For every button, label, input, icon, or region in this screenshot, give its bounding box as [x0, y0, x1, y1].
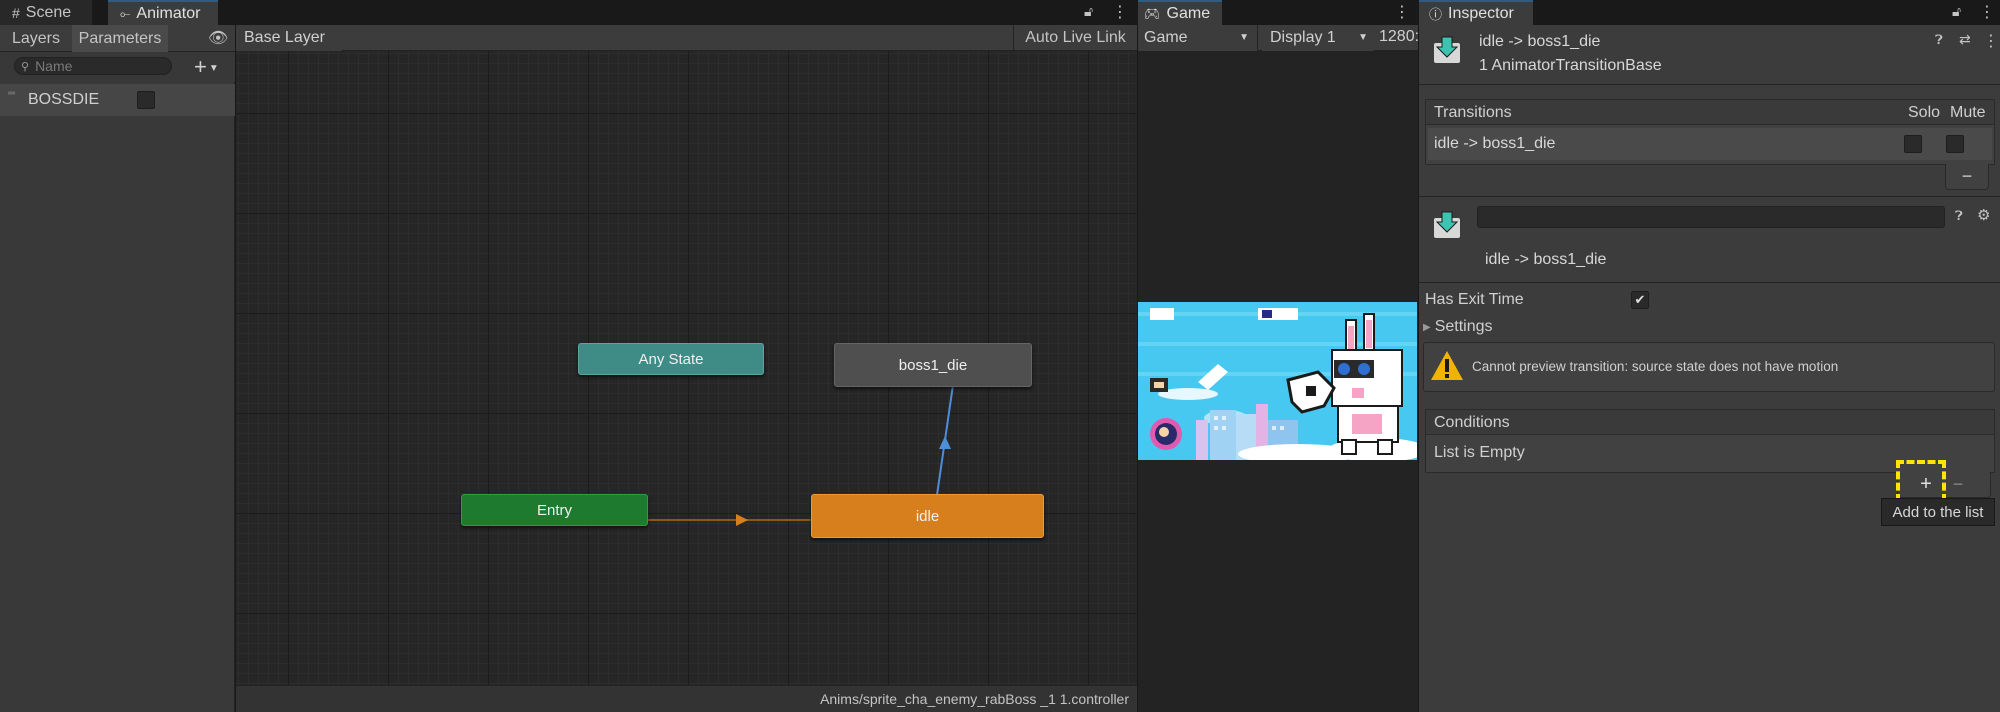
mute-label: Mute	[1950, 104, 1986, 121]
transition-list-row[interactable]: idle -> boss1_die	[1428, 128, 1992, 160]
minus-icon: −	[1961, 166, 1973, 186]
transitions-label: Transitions	[1434, 104, 1512, 121]
settings-label: Settings	[1434, 318, 1493, 335]
conditions-empty-text: List is Empty	[1434, 444, 1525, 461]
minus-icon: −	[1952, 473, 1964, 494]
parameter-row[interactable]: ═ BOSSDIE	[0, 84, 235, 116]
add-parameter-button[interactable]: + ▼	[194, 54, 219, 80]
boss1-die-node[interactable]: boss1_die	[834, 343, 1032, 387]
search-input[interactable]: ⚲ Name	[14, 57, 172, 75]
foldout-arrow-icon: ▶	[1423, 321, 1431, 333]
chevron-down-icon: ▼	[208, 62, 219, 74]
grid-icon: #	[12, 4, 20, 21]
tab-scene-label: Scene	[25, 3, 72, 21]
settings-foldout[interactable]: ▶ Settings	[1423, 318, 1493, 336]
animator-graph-area[interactable]: Base Layer Auto Live Link Any State boss…	[236, 25, 1137, 712]
tab-game-label: Game	[1166, 4, 1211, 22]
warning-icon	[1430, 349, 1464, 388]
add-tooltip: Add to the list	[1881, 498, 1995, 526]
game-toolbar: Game ▼ Display 1 ▼ 1280:	[1138, 25, 1419, 51]
inspector-header: idle -> boss1_die 1 AnimatorTransitionBa…	[1419, 25, 2000, 85]
inspector-header-title: idle -> boss1_die	[1479, 33, 1601, 50]
transitions-list-body: idle -> boss1_die	[1425, 125, 1995, 165]
conditions-label: Conditions	[1434, 414, 1510, 431]
drag-handle-icon[interactable]: ═	[8, 88, 15, 99]
game-window: 🎮︎ Game ⋮ Game ▼ Display 1 ▼ 1280:	[1137, 0, 1419, 712]
warning-helpbox: Cannot preview transition: source state …	[1423, 342, 1995, 392]
game-view-dropdown-label: Game	[1144, 29, 1188, 46]
eye-icon[interactable]: 👁︎	[208, 28, 228, 48]
tab-scene[interactable]: # Scene	[0, 0, 92, 25]
chevron-down-icon: ▼	[1239, 32, 1249, 43]
idle-node[interactable]: idle	[811, 494, 1044, 538]
help-icon[interactable]: ❓︎	[1935, 32, 1943, 48]
animator-left-panel: Layers Parameters 👁︎ ⚲ Name + ▼ ═ BOSSDIE	[0, 25, 235, 712]
tab-inspector-label: Inspector	[1448, 4, 1514, 22]
info-icon: ⓘ	[1429, 7, 1443, 22]
idle-to-boss1-die-arrowhead	[939, 436, 951, 449]
settings-kebab-icon[interactable]: ⋮	[1983, 31, 1999, 51]
search-row: ⚲ Name + ▼	[0, 52, 235, 82]
gear-icon[interactable]: ⚙	[1977, 206, 1990, 224]
warning-text: Cannot preview transition: source state …	[1472, 359, 1839, 374]
resolution-dropdown[interactable]: 1280:	[1379, 28, 1419, 46]
parameter-name: BOSSDIE	[28, 91, 100, 108]
has-exit-time-checkbox[interactable]: ✔	[1631, 291, 1649, 309]
game-view-dropdown[interactable]: Game ▼	[1138, 25, 1258, 51]
inspector-kebab-menu-icon[interactable]: ⋮	[1979, 2, 1995, 22]
remove-condition-button[interactable]: −	[1946, 472, 1970, 496]
entry-node[interactable]: Entry	[461, 494, 648, 526]
game-tabbar: 🎮︎ Game ⋮	[1138, 0, 1419, 25]
chevron-down-icon: ▼	[1358, 32, 1368, 43]
solo-label: Solo	[1908, 104, 1941, 121]
tab-inspector[interactable]: ⓘ Inspector	[1419, 0, 1533, 25]
lock-icon[interactable]: 🔓︎	[1084, 3, 1093, 20]
animator-tabbar: # Scene ⟜ Animator 🔓︎ ⋮	[0, 0, 1137, 25]
tab-animator-label: Animator	[136, 4, 201, 22]
transition-help-icon[interactable]: ❓︎	[1955, 208, 1963, 224]
game-kebab-menu-icon[interactable]: ⋮	[1394, 2, 1410, 22]
inspector-header-subtitle: 1 AnimatorTransitionBase	[1479, 57, 1662, 74]
transition-row-label: idle -> boss1_die	[1434, 135, 1556, 152]
section-divider	[1419, 196, 2000, 197]
display-dropdown[interactable]: Display 1 ▼	[1262, 25, 1374, 51]
add-button-highlight	[1896, 460, 1946, 502]
kebab-menu-icon[interactable]: ⋮	[1112, 2, 1128, 22]
gamepad-icon: 🎮︎	[1144, 5, 1161, 21]
game-viewport[interactable]	[1138, 302, 1417, 460]
game-scene-image	[1138, 302, 1417, 460]
inspector-tabbar: ⓘ Inspector 🔓︎ ⋮	[1419, 0, 2000, 25]
mute-checkbox[interactable]	[1946, 135, 1964, 153]
transitions-list-header: Transitions Solo Mute	[1425, 99, 1995, 125]
section-divider	[1419, 282, 2000, 283]
parameter-bool-checkbox[interactable]	[137, 91, 155, 109]
transition-asset-icon	[1433, 35, 1461, 65]
display-dropdown-label: Display 1	[1270, 29, 1336, 46]
controller-path: Anims/sprite_cha_enemy_rabBoss _1 1.cont…	[820, 691, 1129, 707]
tab-game[interactable]: 🎮︎ Game	[1138, 0, 1222, 25]
preset-icon[interactable]: ⇄	[1959, 31, 1971, 48]
tab-animator[interactable]: ⟜ Animator	[108, 0, 218, 25]
transition-caption: idle -> boss1_die	[1485, 251, 1607, 268]
entry-to-idle-arrowhead	[736, 514, 748, 526]
inspector-lock-icon[interactable]: 🔓︎	[1952, 3, 1961, 20]
tab-layers[interactable]: Layers	[0, 25, 72, 52]
checkmark-icon: ✔	[1634, 292, 1646, 307]
transitions-remove-button[interactable]: −	[1945, 164, 1989, 190]
animator-status-bar: Anims/sprite_cha_enemy_rabBoss _1 1.cont…	[236, 685, 1137, 712]
animator-icon: ⟜	[120, 5, 131, 21]
tab-parameters[interactable]: Parameters	[72, 25, 168, 52]
transition-detail-icon	[1433, 210, 1461, 240]
solo-checkbox[interactable]	[1904, 135, 1922, 153]
search-placeholder: Name	[35, 58, 73, 74]
has-exit-time-label: Has Exit Time	[1425, 291, 1524, 308]
search-icon: ⚲	[21, 60, 30, 73]
left-panel-toolbar: Layers Parameters 👁︎	[0, 25, 235, 52]
conditions-list-header: Conditions	[1425, 409, 1995, 435]
transition-name-input[interactable]	[1477, 206, 1945, 228]
inspector-window: ⓘ Inspector 🔓︎ ⋮ idle -> boss1_die 1 Ani…	[1418, 0, 2000, 712]
any-state-node[interactable]: Any State	[578, 343, 764, 375]
